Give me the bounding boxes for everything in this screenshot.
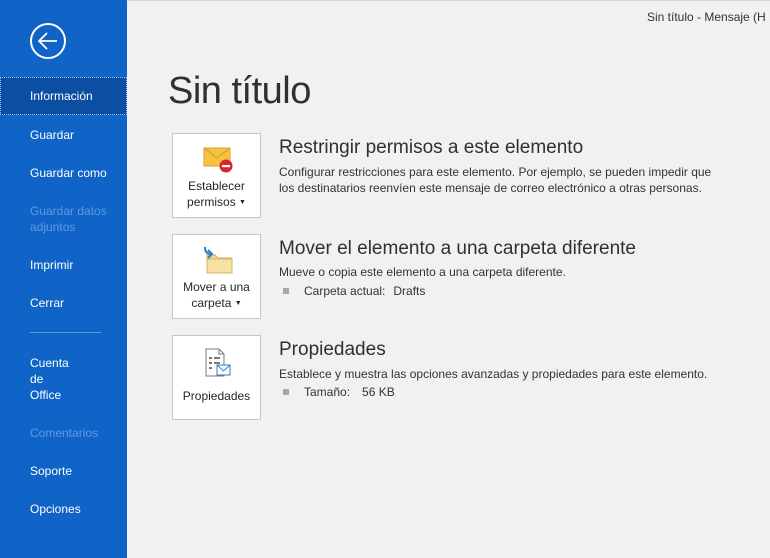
window-title: Sin título - Mensaje (H	[647, 10, 766, 24]
page-title: Sin título	[168, 70, 311, 112]
detail-value: Drafts	[393, 284, 426, 298]
properties-icon	[201, 346, 235, 384]
sidebar-item-guardar-como[interactable]: Guardar como	[0, 165, 127, 181]
back-arrow-icon[interactable]	[30, 23, 66, 59]
bullet-square-icon	[283, 389, 289, 395]
bullet-square-icon	[283, 288, 289, 294]
dropdown-caret-icon: ▼	[239, 199, 246, 206]
section-desc-line: Configurar restricciones para este eleme…	[279, 165, 712, 179]
sidebar-item-soporte[interactable]: Soporte	[0, 463, 127, 479]
sidebar-item-label: Guardar como	[30, 166, 107, 180]
section-title-mover: Mover el elemento a una carpeta diferent…	[279, 238, 636, 259]
sidebar-item-cuenta-de-office[interactable]: Cuenta de Office	[0, 355, 127, 403]
sidebar-item-label: Office	[30, 388, 62, 402]
sidebar-item-label: Cuenta	[30, 356, 69, 370]
establecer-permisos-button[interactable]: Establecer permisos ▼	[172, 133, 261, 218]
sidebar-item-label: Guardar datos	[30, 204, 107, 218]
sidebar-item-comentarios: Comentarios	[0, 425, 127, 441]
sidebar-item-opciones[interactable]: Opciones	[0, 501, 127, 517]
button-label: Propiedades	[182, 389, 251, 403]
detail-value: 56 KB	[362, 385, 395, 399]
section-desc-propiedades: Establece y muestra las opciones avanzad…	[279, 367, 708, 381]
window-top-border	[127, 0, 770, 1]
sidebar-divider	[30, 332, 101, 333]
sidebar-item-label: Guardar	[30, 128, 75, 142]
sidebar-item-label: Información	[30, 89, 93, 103]
section-desc-mover: Mueve o copia este elemento a una carpet…	[279, 265, 566, 279]
section-desc-restringir: Configurar restricciones para este eleme…	[279, 164, 719, 196]
backstage-sidebar: Información Guardar Guardar como Guardar…	[0, 0, 127, 558]
size-line: Tamaño: 56 KB	[283, 385, 395, 399]
sidebar-item-imprimir[interactable]: Imprimir	[0, 257, 127, 273]
propiedades-button[interactable]: Propiedades	[172, 335, 261, 420]
button-label: carpeta	[191, 296, 232, 310]
sidebar-item-label: Imprimir	[30, 258, 74, 272]
detail-label: Tamaño:	[304, 385, 351, 399]
sidebar-item-informacion[interactable]: Información	[0, 77, 127, 115]
detail-label: Carpeta actual:	[304, 284, 386, 298]
dropdown-caret-icon: ▼	[234, 300, 242, 307]
section-desc-line: los destinatarios reenvíen este mensaje …	[279, 181, 702, 195]
sidebar-item-label: Comentarios	[30, 426, 99, 440]
sidebar-item-label: de	[30, 372, 44, 386]
button-label: Establecer	[188, 179, 245, 193]
mover-a-carpeta-button[interactable]: Mover a una carpeta ▼	[172, 234, 261, 319]
sidebar-item-guardar[interactable]: Guardar	[0, 127, 127, 143]
envelope-restrict-icon	[201, 144, 235, 178]
section-title-propiedades: Propiedades	[279, 339, 386, 360]
current-folder-line: Carpeta actual: Drafts	[283, 284, 425, 298]
sidebar-item-label: Opciones	[30, 502, 81, 516]
button-label: permisos	[187, 195, 236, 209]
button-label: Mover a una	[183, 280, 250, 294]
move-folder-icon	[201, 245, 235, 279]
sidebar-item-label: Cerrar	[30, 296, 65, 310]
sidebar-item-label: Soporte	[30, 464, 73, 478]
section-title-restringir: Restringir permisos a este elemento	[279, 137, 584, 158]
sidebar-item-guardar-datos-adjuntos: Guardar datos adjuntos	[0, 203, 127, 235]
sidebar-item-cerrar[interactable]: Cerrar	[0, 295, 127, 311]
sidebar-item-label: adjuntos	[30, 220, 76, 234]
